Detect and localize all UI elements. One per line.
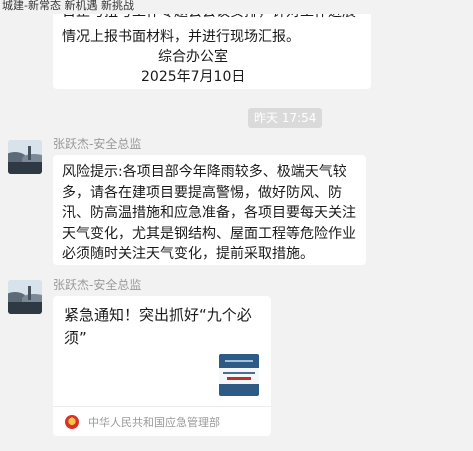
message-bubble-risk-alert[interactable]: 风险提示:各项目部今年降雨较多、极端天气较多，请各在建项目要提高警惕，做好防风、… — [53, 155, 366, 265]
national-emblem-icon — [65, 415, 79, 429]
link-card-title: 紧急通知！突出抓好“九个必须” — [64, 306, 252, 347]
sender-name: 张跃杰-安全总监 — [53, 137, 142, 151]
group-title: 城建-新常态 新机遇 新挑战 — [0, 0, 473, 14]
card-divider — [53, 406, 271, 407]
article-thumbnail-icon — [219, 354, 259, 396]
message-signature-date: 2025年7月10日 — [141, 69, 246, 85]
sender-avatar[interactable] — [8, 280, 42, 314]
link-card[interactable]: 紧急通知！突出抓好“九个必须” 中华人民共和国应急管理部 — [53, 296, 271, 436]
message-text: 风险提示:各项目部今年降雨较多、极端天气较多，请各在建项目要提高警惕，做好防风、… — [62, 164, 356, 262]
message-signature-dept: 综合办公室 — [158, 49, 228, 65]
link-card-source: 中华人民共和国应急管理部 — [88, 416, 220, 429]
sender-name: 张跃杰-安全总监 — [53, 278, 142, 292]
message-text-line: 情况上报书面材料，并进行现场汇报。 — [62, 29, 300, 45]
time-divider: 昨天 17:54 — [248, 108, 323, 128]
sender-avatar[interactable] — [8, 140, 42, 174]
